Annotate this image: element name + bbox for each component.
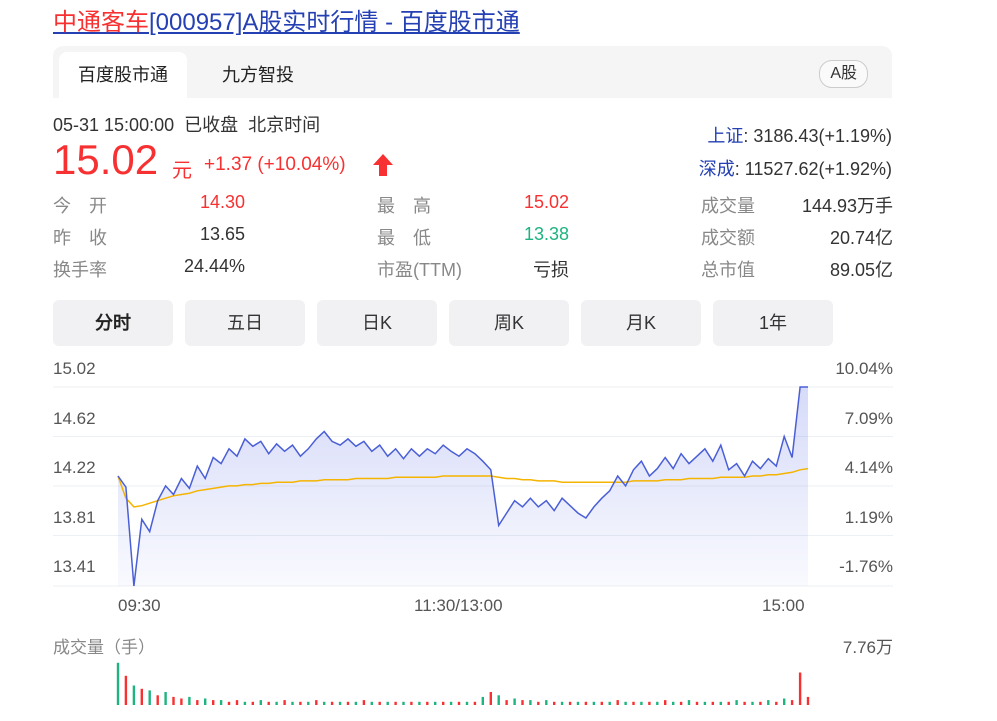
volume-bar	[481, 696, 484, 705]
volume-bar	[140, 688, 143, 705]
volume-bar	[711, 701, 714, 705]
volume-bar	[418, 701, 421, 705]
volume-bar	[346, 701, 350, 705]
volume-bar	[775, 701, 778, 705]
volume-bar	[624, 701, 627, 705]
volume-bar	[553, 701, 556, 705]
volume-bar	[505, 700, 508, 705]
volume-bar	[338, 701, 342, 705]
volume-bar	[291, 701, 294, 705]
volume-bar	[299, 701, 302, 705]
volume-bar	[727, 701, 730, 705]
volume-bar	[529, 700, 532, 705]
volume-bar	[148, 690, 151, 705]
volume-bar	[402, 701, 405, 705]
volume-bar	[426, 701, 429, 705]
volume-bar	[227, 701, 231, 705]
volume-bar	[616, 700, 619, 705]
volume-bar	[378, 701, 381, 705]
volume-bar	[196, 700, 199, 705]
volume-bar	[679, 701, 683, 705]
volume-bar	[267, 701, 270, 705]
volume-bar	[576, 701, 580, 705]
volume-bar	[323, 701, 326, 705]
volume-bar	[204, 698, 207, 705]
volume-bar	[386, 701, 389, 705]
volume-bar	[743, 701, 746, 705]
volume-bar	[156, 695, 159, 705]
volume-bar	[243, 701, 247, 705]
volume-bar	[235, 700, 239, 705]
volume-bar	[600, 701, 603, 705]
volume-bar	[735, 700, 738, 705]
volume-bar	[354, 701, 358, 705]
volume-bar	[640, 701, 643, 705]
volume-bar	[116, 662, 120, 705]
volume-bar	[219, 700, 223, 705]
volume-bar	[759, 701, 762, 705]
volume-bar	[632, 701, 635, 705]
volume-bar	[672, 701, 675, 705]
volume-bar	[537, 701, 540, 705]
volume-bar	[330, 701, 334, 705]
volume-bar	[307, 701, 310, 705]
volume-bar	[806, 696, 810, 705]
volume-bar	[798, 672, 802, 705]
volume-bar	[751, 701, 754, 705]
volume-bar	[362, 700, 366, 705]
volume-bar	[449, 701, 453, 705]
volume-bar	[212, 700, 215, 705]
volume-bar	[164, 692, 167, 705]
volume-bar	[457, 701, 461, 705]
volume-bar	[513, 698, 516, 705]
volume-bar	[560, 701, 564, 705]
volume-bar	[283, 700, 286, 705]
volume-bar	[664, 700, 667, 705]
volume-bar	[370, 701, 373, 705]
volume-bar	[188, 696, 191, 705]
volume-bar	[790, 700, 794, 705]
volume-bar	[695, 701, 699, 705]
volume-bar	[180, 698, 183, 705]
volume-bar	[767, 700, 770, 705]
volume-bar	[783, 698, 786, 705]
volume-bar	[584, 701, 588, 705]
volume-bar	[719, 701, 722, 705]
volume-bar	[568, 701, 572, 705]
volume-bar	[648, 701, 651, 705]
volume-bar	[259, 700, 262, 705]
volume-bar	[465, 701, 469, 705]
volume-bar	[442, 701, 445, 705]
volume-bar	[545, 700, 548, 705]
volume-bars	[116, 662, 810, 705]
volume-bar	[687, 700, 691, 705]
volume-bar	[410, 701, 413, 705]
intraday-chart[interactable]	[0, 0, 997, 721]
volume-bar	[434, 701, 437, 705]
volume-bar	[132, 685, 136, 705]
volume-bar	[315, 700, 318, 705]
volume-bar	[473, 701, 477, 705]
volume-bar	[394, 701, 397, 705]
volume-bar	[656, 701, 659, 705]
volume-bar	[251, 701, 254, 705]
volume-bar	[592, 701, 596, 705]
volume-bar	[608, 701, 611, 705]
volume-bar	[124, 675, 128, 705]
volume-bar	[703, 701, 707, 705]
volume-bar	[521, 700, 524, 705]
volume-bar	[489, 692, 492, 705]
volume-bar	[172, 696, 175, 705]
volume-bar	[497, 695, 500, 705]
volume-bar	[275, 701, 278, 705]
